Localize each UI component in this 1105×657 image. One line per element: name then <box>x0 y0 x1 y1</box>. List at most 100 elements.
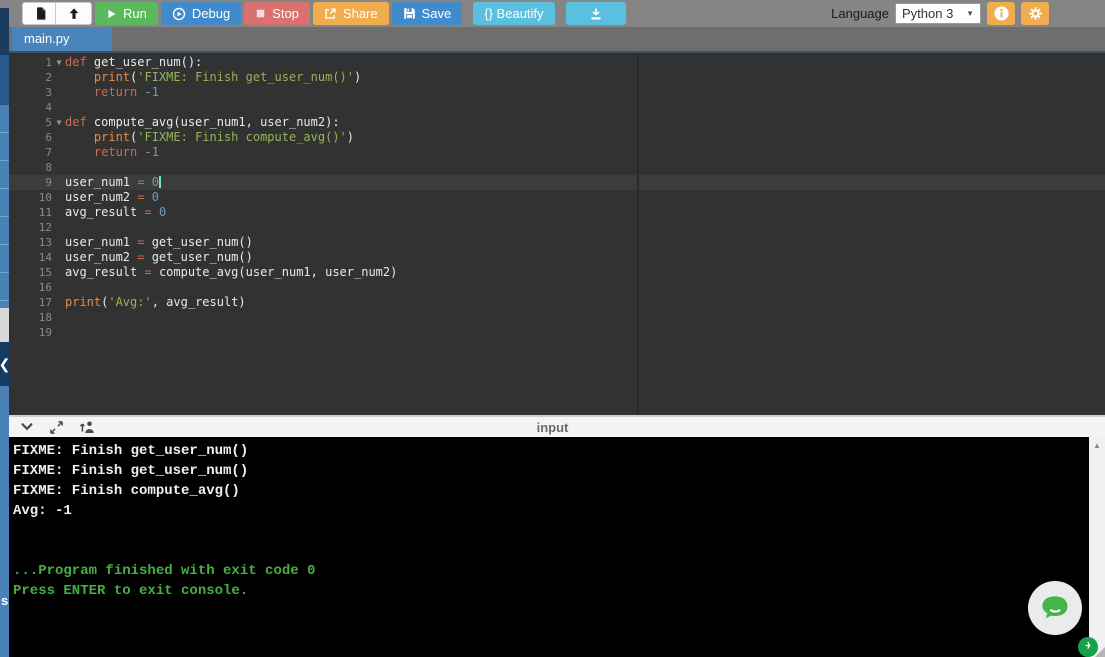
fold-caret-icon[interactable]: ▼ <box>53 58 65 67</box>
sidebar-edge-text-fragment: s <box>1 593 8 608</box>
console-line: FIXME: Finish get_user_num() <box>13 461 1089 481</box>
editor-line[interactable]: 8 <box>0 160 1105 175</box>
share-label: Share <box>343 6 378 21</box>
editor-line[interactable]: 18 <box>0 310 1105 325</box>
code-line-text: user_num1 = get_user_num() <box>65 235 253 250</box>
code-line-text: avg_result = 0 <box>65 205 166 220</box>
editor-line[interactable]: 5▼def compute_avg(user_num1, user_num2): <box>0 115 1105 130</box>
console-line: Press ENTER to exit console. <box>13 581 1089 601</box>
editor-line[interactable]: 11 avg_result = 0 <box>0 205 1105 220</box>
tab-main-py[interactable]: main.py <box>12 27 112 51</box>
line-number: 11 <box>8 206 52 219</box>
editor-line[interactable]: 16 <box>0 280 1105 295</box>
editor-lines: 1▼def get_user_num():2 print('FIXME: Fin… <box>0 55 1105 340</box>
code-line-text: user_num2 = 0 <box>65 190 159 205</box>
sidebar-edge-subheader <box>0 55 9 105</box>
console-line: FIXME: Finish get_user_num() <box>13 441 1089 461</box>
line-number: 7 <box>8 146 52 159</box>
editor-line[interactable]: 13 user_num1 = get_user_num() <box>0 235 1105 250</box>
gear-icon <box>1028 6 1043 21</box>
popout-console-icon[interactable] <box>78 419 95 436</box>
line-number: 6 <box>8 131 52 144</box>
square-icon <box>255 8 266 19</box>
line-number: 5 <box>8 116 52 129</box>
stop-button[interactable]: Stop <box>244 2 310 25</box>
code-line-text: def compute_avg(user_num1, user_num2): <box>65 115 340 130</box>
console-line: Avg: -1 <box>13 501 1089 521</box>
language-select[interactable]: Python 3 ▼ <box>895 3 981 24</box>
editor-line[interactable]: 9 user_num1 = 0 <box>0 175 1105 190</box>
settings-button[interactable] <box>1021 2 1049 25</box>
line-number: 13 <box>8 236 52 249</box>
download-icon <box>589 7 603 21</box>
beautify-label: {} Beautify <box>484 6 543 21</box>
info-circle-icon <box>993 5 1010 22</box>
editor-line[interactable]: 3 return -1 <box>0 85 1105 100</box>
upload-button[interactable] <box>55 2 92 25</box>
sidebar-edge: ❮ s <box>0 8 9 657</box>
editor-line[interactable]: 7 return -1 <box>0 145 1105 160</box>
code-line-text: print('FIXME: Finish compute_avg()') <box>65 130 354 145</box>
share-button[interactable]: Share <box>313 2 389 25</box>
line-number: 15 <box>8 266 52 279</box>
line-number: 17 <box>8 296 52 309</box>
scroll-up-button[interactable]: ▲ <box>1089 437 1105 453</box>
code-line-text: avg_result = compute_avg(user_num1, user… <box>65 265 397 280</box>
download-button[interactable] <box>566 2 626 25</box>
sidebar-edge-items <box>0 105 9 308</box>
console-header: input <box>0 415 1105 437</box>
chat-bubble-icon <box>1037 591 1073 625</box>
code-editor[interactable]: 1▼def get_user_num():2 print('FIXME: Fin… <box>0 53 1105 415</box>
print-margin-ruler <box>637 53 639 415</box>
text-cursor <box>159 176 161 188</box>
run-button[interactable]: Run <box>95 2 158 25</box>
language-value: Python 3 <box>902 6 953 21</box>
sidebar-edge-light-item <box>0 308 9 342</box>
editor-line[interactable]: 14user_num2 = get_user_num() <box>0 250 1105 265</box>
save-label: Save <box>422 6 452 21</box>
code-line-text: return -1 <box>65 85 159 100</box>
editor-line[interactable]: 2 print('FIXME: Finish get_user_num()') <box>0 70 1105 85</box>
editor-line[interactable]: 6 print('FIXME: Finish compute_avg()') <box>0 130 1105 145</box>
upload-arrow-icon <box>67 7 81 21</box>
resize-grip[interactable] <box>1095 647 1105 657</box>
line-number: 4 <box>8 101 52 114</box>
file-button-group <box>22 2 92 25</box>
line-number: 12 <box>8 221 52 234</box>
line-number: 8 <box>8 161 52 174</box>
editor-line[interactable]: 1▼def get_user_num(): <box>0 55 1105 70</box>
code-line-text: def get_user_num(): <box>65 55 202 70</box>
console-scrollbar[interactable]: ▲ <box>1089 437 1105 657</box>
info-button[interactable] <box>987 2 1015 25</box>
toolbar: Run Debug Stop Share Save {} <box>0 0 1105 27</box>
code-line-text: print('FIXME: Finish get_user_num()') <box>65 70 361 85</box>
fold-caret-icon[interactable]: ▼ <box>53 118 65 127</box>
sidebar-edge-header <box>0 8 9 55</box>
language-label: Language <box>831 6 889 21</box>
editor-line[interactable]: 4 <box>0 100 1105 115</box>
editor-line[interactable]: 15 avg_result = compute_avg(user_num1, us… <box>0 265 1105 280</box>
sidebar-collapse-handle[interactable]: ❮ <box>0 342 9 386</box>
debug-button[interactable]: Debug <box>161 2 241 25</box>
circle-play-icon <box>172 7 186 21</box>
expand-console-icon[interactable] <box>48 419 65 436</box>
code-line-text: user_num1 = 0 <box>65 175 161 190</box>
editor-line[interactable]: 12 <box>0 220 1105 235</box>
floppy-icon <box>403 7 416 20</box>
save-button[interactable]: Save <box>392 2 463 25</box>
editor-line[interactable]: 19 <box>0 325 1105 340</box>
line-number: 10 <box>8 191 52 204</box>
console-line: ...Program finished with exit code 0 <box>13 561 1089 581</box>
new-file-button[interactable] <box>22 2 59 25</box>
editor-line[interactable]: 10 user_num2 = 0 <box>0 190 1105 205</box>
collapse-console-icon[interactable] <box>18 419 35 436</box>
beautify-button[interactable]: {} Beautify <box>473 2 554 25</box>
editor-line[interactable]: 17print('Avg:', avg_result) <box>0 295 1105 310</box>
code-line-text: user_num2 = get_user_num() <box>65 250 253 265</box>
line-number: 9 <box>8 176 52 189</box>
console-output[interactable]: FIXME: Finish get_user_num()FIXME: Finis… <box>0 437 1089 657</box>
line-number: 19 <box>8 326 52 339</box>
chat-widget-button[interactable] <box>1028 581 1082 635</box>
share-box-arrow-icon <box>324 7 337 20</box>
play-icon <box>106 8 117 20</box>
